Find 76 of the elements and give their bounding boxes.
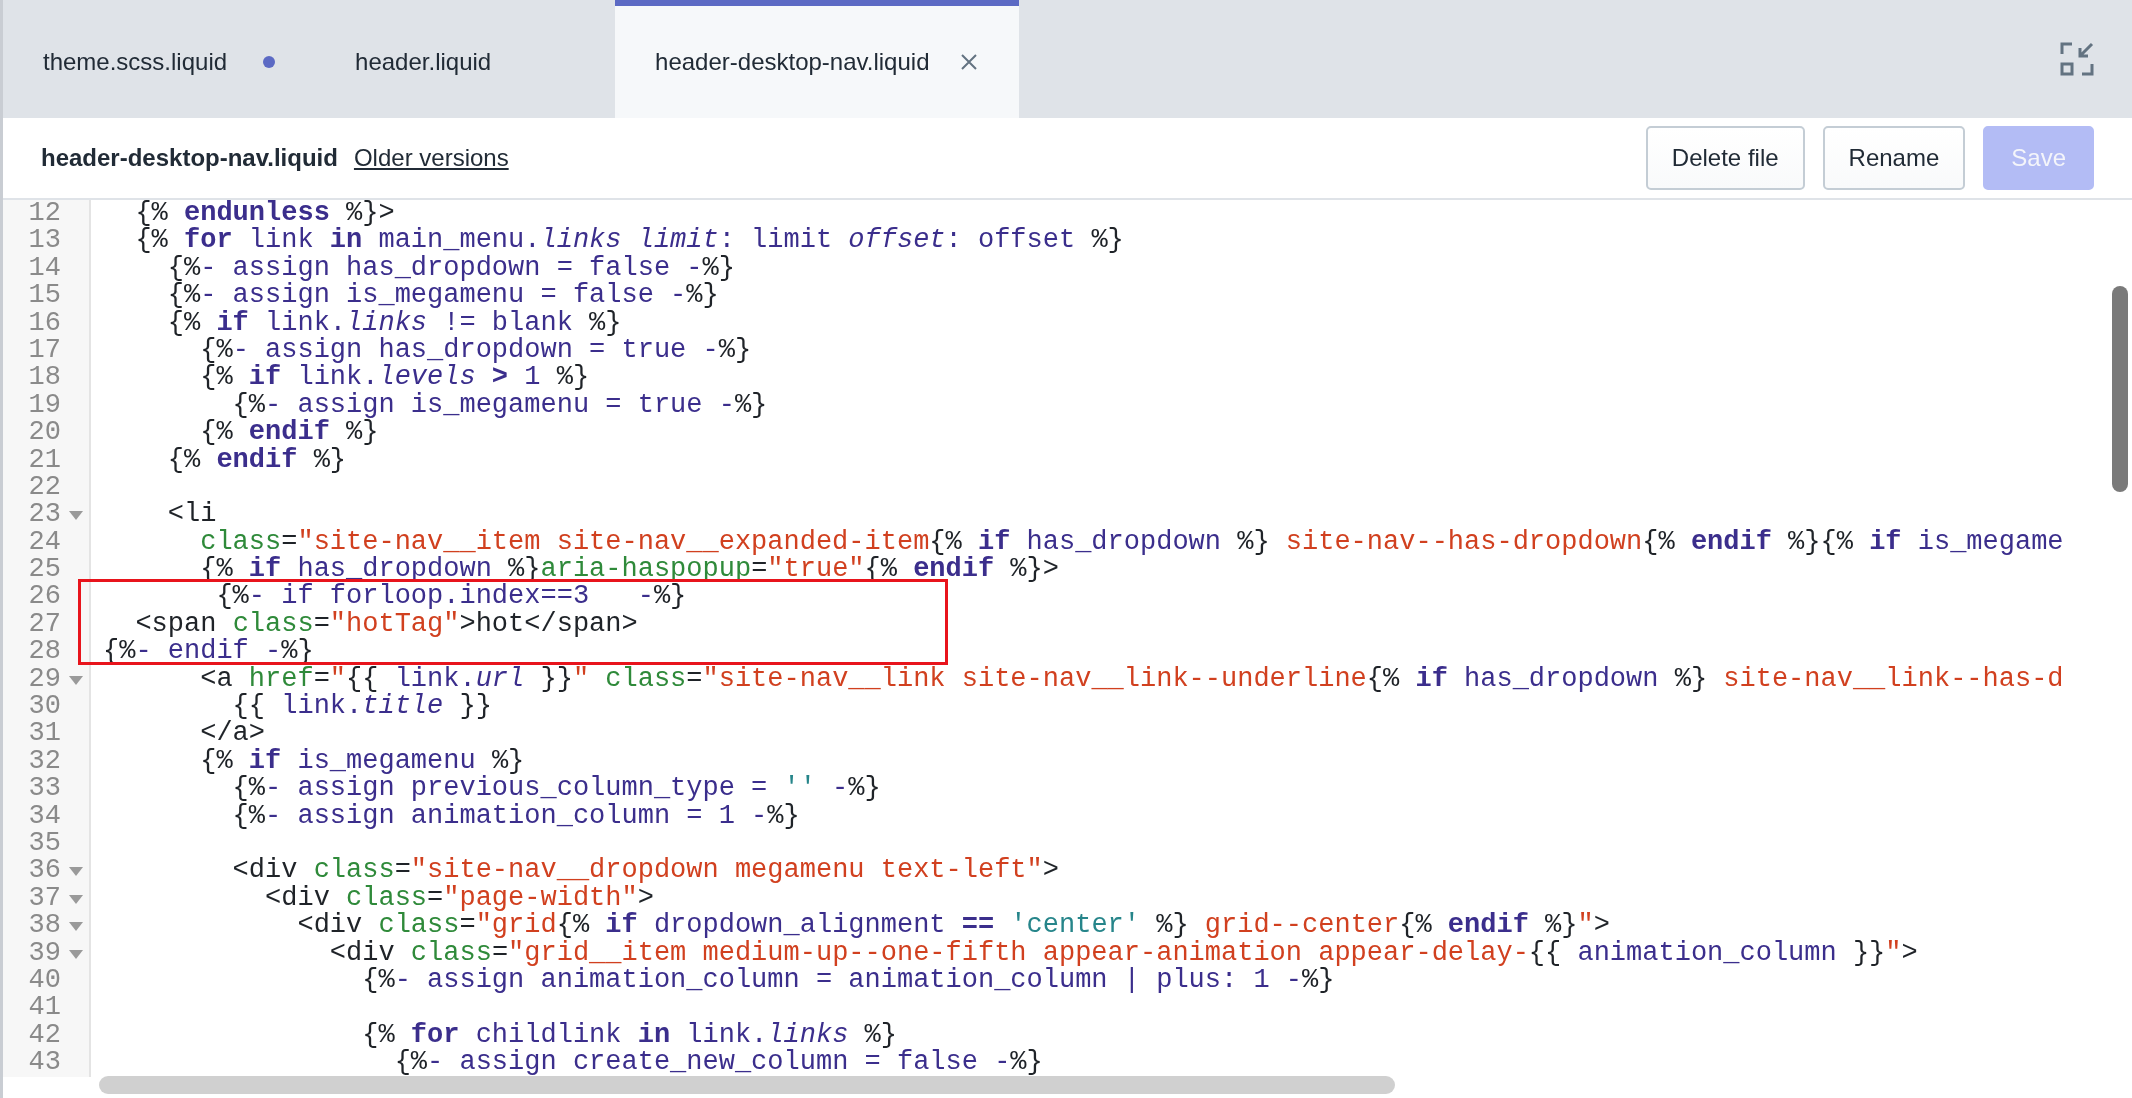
code-line: <div class="grid__item medium-up--one-fifth appear-animation appear-delay-{{ animation_column }}">: [328, 939, 1918, 967]
close-icon[interactable]: [959, 52, 980, 72]
fold-triangle-icon[interactable]: [69, 867, 83, 877]
code-line: class="site-nav__item site-nav__expanded-item{% if has_dropdown %} site-nav--has-dropdown{% endif %}{% if is_megame: [199, 528, 2064, 557]
code-line: {%- if forloop.index==3 -%}: [216, 583, 687, 611]
line-number: 15: [28, 282, 61, 310]
fold-triangle-icon[interactable]: [69, 511, 83, 521]
code-line: {% if is_megamenu %}: [199, 747, 525, 776]
code-line: {%- assign has_dropdown = true -%}: [200, 336, 752, 365]
collapse-icon[interactable]: [2060, 42, 2094, 76]
code-line: {% if link.levels > 1 %}: [199, 364, 590, 392]
action-button[interactable]: Delete file: [1645, 126, 1805, 190]
line-number: 16: [28, 309, 61, 337]
line-number: 21: [28, 446, 61, 474]
code-line: {%- assign is_megamenu = true -%}: [232, 391, 768, 420]
line-number: 24: [28, 528, 61, 557]
code-line: {%- assign is_megamenu = false -%}: [166, 282, 719, 310]
line-number: 26: [28, 583, 61, 611]
line-number: 14: [28, 254, 61, 283]
line-number: 39: [28, 939, 61, 967]
fold-triangle-icon[interactable]: [69, 922, 83, 932]
code-line: {% for link in main_menu.links limit: limit offset: offset %}: [134, 227, 1124, 255]
line-number: 34: [28, 802, 61, 830]
scrollbar-thumb[interactable]: [2112, 286, 2128, 492]
line-number: 12: [28, 200, 61, 228]
line-number: 25: [28, 556, 61, 584]
line-number: 42: [28, 1021, 61, 1050]
code-line: <li: [166, 501, 217, 529]
line-number: 30: [28, 693, 61, 721]
line-number: 40: [28, 966, 61, 995]
file-tab[interactable]: header-desktop-nav.liquid: [615, 0, 1020, 118]
code-line: <div class="grid{% if dropdown_alignment == 'center' %} grid--center{% endif %}">: [296, 912, 1610, 940]
code-line: {%- assign previous_column_type = '' -%}: [232, 775, 881, 803]
code-line: <a href="{{ link.url }}" class="site-nav__link site-nav__link--underline{% if has_dropdown %} site-nav__link--has-d: [199, 665, 2064, 694]
line-number: 41: [28, 994, 61, 1022]
line-number: 36: [28, 857, 61, 885]
fold-triangle-icon[interactable]: [69, 949, 83, 959]
code-line: <div class="site-nav__dropdown megamenu text-left">: [231, 857, 1059, 885]
line-number: 13: [28, 227, 61, 255]
line-number: 28: [28, 638, 61, 666]
scrollbar-thumb[interactable]: [99, 1076, 1395, 1094]
line-number: 22: [28, 473, 61, 502]
fold-triangle-icon[interactable]: [69, 675, 83, 685]
line-number: 33: [28, 775, 61, 803]
line-number: 32: [28, 747, 61, 776]
code-line: {% for childlink in link.links %}: [361, 1021, 897, 1050]
code-line: {%- assign animation_column = animation_column | plus: 1 -%}: [361, 966, 1335, 995]
line-number: 43: [28, 1049, 61, 1077]
line-number: 37: [28, 884, 61, 913]
line-number: 18: [28, 364, 61, 392]
code-line: {% endif %}: [200, 419, 379, 447]
action-button[interactable]: Rename: [1822, 126, 1966, 190]
line-number: 19: [28, 391, 61, 420]
code-line: {{ link.title }}: [232, 693, 492, 721]
code-line: {% endunless %}>: [134, 200, 395, 228]
code-line: {%- assign create_new_column = false -%}: [394, 1049, 1043, 1077]
code-line: {% endif %}: [166, 446, 347, 474]
file-tab[interactable]: theme.scss.liquid: [3, 0, 316, 118]
line-number: 20: [28, 419, 61, 447]
line-number: 27: [28, 610, 61, 639]
older-versions-link[interactable]: Older versions: [353, 144, 509, 172]
code-line: {%- assign has_dropdown = false -%}: [167, 254, 735, 283]
line-number: 29: [28, 665, 61, 694]
line-number: 17: [28, 336, 61, 365]
file-tab[interactable]: header.liquid: [315, 0, 616, 118]
fold-triangle-icon[interactable]: [69, 894, 83, 904]
code-line: <span class="hotTag">hot</span>: [135, 610, 638, 639]
line-number: 31: [28, 720, 61, 748]
file-name: header-desktop-nav.liquid: [41, 144, 338, 172]
code-line: </a>: [199, 720, 266, 748]
code-line: <div class="page-width">: [264, 884, 654, 913]
code-line: {% if link.links != blank %}: [166, 309, 622, 337]
code-line: {%- assign animation_column = 1 -%}: [231, 802, 800, 830]
line-number: 35: [28, 830, 61, 858]
line-number: 38: [28, 912, 61, 940]
line-number: 23: [28, 501, 61, 529]
